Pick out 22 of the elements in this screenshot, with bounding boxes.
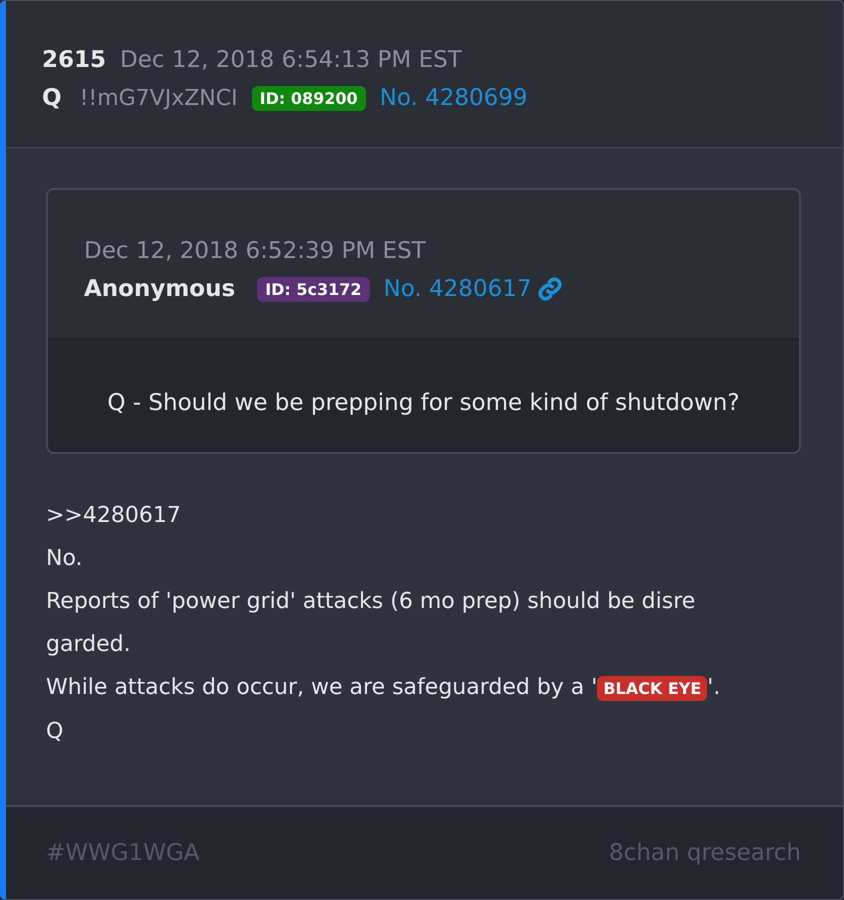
hashtag: #WWG1WGA <box>46 840 200 866</box>
quoted-post-date: Dec 12, 2018 6:52:39 PM EST <box>84 238 427 264</box>
post-date: Dec 12, 2018 6:54:13 PM EST <box>120 47 462 73</box>
post-text: garded. <box>46 632 131 657</box>
author-name: Anonymous <box>84 276 236 302</box>
source-label: 8chan qresearch <box>609 840 801 866</box>
post-number-link[interactable]: No. 4280617 <box>384 276 532 302</box>
post-number-link[interactable]: No. 4280699 <box>380 85 528 111</box>
post-text: >>4280617 <box>46 503 181 528</box>
id-badge: ID: 089200 <box>252 86 366 110</box>
post-text: No. <box>46 546 83 571</box>
post-number: 2615 <box>42 47 106 73</box>
post-text: '. <box>707 675 720 700</box>
post-text: Reports of 'power grid' attacks (6 mo prep) should be disre <box>46 589 696 614</box>
id-badge: ID: 5c3172 <box>257 276 370 302</box>
post-text: While attacks do occur, we are safeguarded by a ' <box>46 675 598 700</box>
highlight-tag: BLACK EYE <box>597 676 708 701</box>
author-name: Q <box>42 85 62 111</box>
tripcode: !!mG7VJxZNCI <box>80 86 238 110</box>
post-text: Q <box>46 719 64 744</box>
link-icon[interactable] <box>537 276 564 302</box>
quoted-post-text: Q - Should we be prepping for some kind of shutdown? <box>106 389 741 418</box>
